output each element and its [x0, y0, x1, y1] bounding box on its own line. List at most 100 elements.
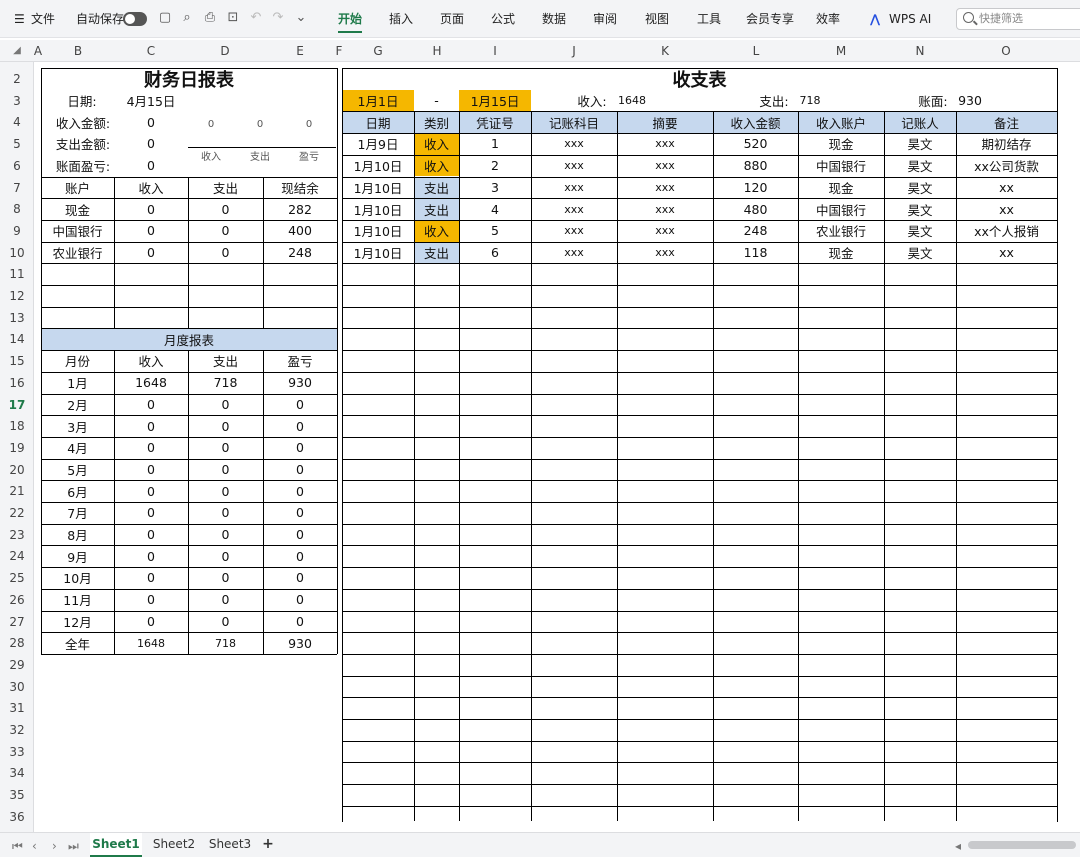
ledger-cell[interactable]: 昊文 [884, 220, 956, 242]
ledger-cell[interactable]: 昊文 [884, 155, 956, 177]
ledger-cell[interactable]: 1月10日 [342, 220, 414, 242]
ledger-header-2[interactable]: 凭证号 [459, 111, 531, 134]
sheet-tab-2[interactable]: Sheet2 [148, 833, 200, 857]
account-cell[interactable]: 0 [188, 198, 263, 220]
monthly-cell[interactable]: 0 [114, 480, 188, 502]
monthly-total-cell[interactable]: 930 [263, 632, 337, 654]
ledger-income-label[interactable]: 收入: [570, 90, 614, 112]
ledger-cell[interactable]: 现金 [798, 242, 884, 264]
account-cell[interactable]: 0 [188, 242, 263, 264]
next-sheet-icon[interactable]: › [52, 839, 57, 853]
ledger-cell[interactable]: 支出 [414, 198, 459, 220]
monthly-cell[interactable]: 12月 [41, 611, 114, 633]
ledger-header-5[interactable]: 收入金额 [713, 111, 798, 134]
monthly-cell[interactable]: 0 [263, 437, 337, 459]
ledger-cell[interactable]: 现金 [798, 133, 884, 155]
date-dash[interactable]: - [414, 90, 459, 112]
account-cell[interactable]: 中国银行 [41, 220, 114, 242]
monthly-header-0[interactable]: 月份 [41, 350, 114, 372]
monthly-cell[interactable]: 0 [188, 545, 263, 567]
monthly-cell[interactable]: 6月 [41, 480, 114, 502]
ledger-cell[interactable]: 收入 [414, 154, 459, 177]
account-header-1[interactable]: 收入 [114, 177, 188, 199]
horizontal-scrollbar[interactable] [968, 841, 1076, 849]
ledger-cell[interactable]: 3 [459, 177, 531, 199]
monthly-cell[interactable]: 718 [188, 372, 263, 394]
monthly-header-3[interactable]: 盈亏 [263, 350, 337, 372]
ledger-cell[interactable]: xx公司货款 [956, 155, 1057, 177]
monthly-title[interactable]: 月度报表 [41, 328, 337, 351]
ledger-cell[interactable]: 收入 [414, 133, 459, 155]
ledger-cell[interactable]: 480 [713, 198, 798, 220]
ledger-balance-label[interactable]: 账面: [912, 90, 954, 112]
ledger-cell[interactable]: 2 [459, 155, 531, 177]
date-label[interactable]: 日期: [52, 90, 112, 112]
monthly-cell[interactable]: 0 [114, 611, 188, 633]
ledger-header-8[interactable]: 备注 [956, 111, 1057, 134]
ledger-cell[interactable]: 6 [459, 242, 531, 264]
account-cell[interactable]: 现金 [41, 198, 114, 220]
expense-value[interactable]: 0 [120, 133, 182, 155]
monthly-cell[interactable]: 0 [263, 545, 337, 567]
ledger-cell[interactable]: xxx [617, 155, 713, 177]
ledger-cell[interactable]: 昊文 [884, 242, 956, 264]
ledger-cell[interactable]: 农业银行 [798, 220, 884, 242]
ledger-cell[interactable]: 1月10日 [342, 155, 414, 177]
monthly-cell[interactable]: 0 [188, 567, 263, 589]
ledger-cell[interactable]: xxx [531, 198, 617, 220]
expense-label[interactable]: 支出金额: [46, 133, 120, 155]
monthly-cell[interactable]: 0 [263, 611, 337, 633]
account-cell[interactable]: 0 [188, 220, 263, 242]
monthly-cell[interactable]: 0 [114, 502, 188, 524]
ledger-cell[interactable]: 现金 [798, 177, 884, 199]
monthly-cell[interactable]: 0 [188, 502, 263, 524]
ledger-cell[interactable]: 中国银行 [798, 155, 884, 177]
ledger-cell[interactable]: 120 [713, 177, 798, 199]
prev-sheet-icon[interactable]: ‹ [32, 839, 37, 853]
ledger-cell[interactable]: xxx [531, 155, 617, 177]
ledger-cell[interactable]: xxx [531, 177, 617, 199]
monthly-cell[interactable]: 0 [188, 589, 263, 611]
monthly-cell[interactable]: 11月 [41, 589, 114, 611]
ledger-cell[interactable]: 期初结存 [956, 133, 1057, 155]
ledger-cell[interactable]: xx个人报销 [956, 220, 1057, 242]
account-cell[interactable]: 0 [114, 220, 188, 242]
monthly-cell[interactable]: 0 [188, 437, 263, 459]
sheet-tab-1[interactable]: Sheet1 [90, 833, 142, 857]
monthly-cell[interactable]: 10月 [41, 567, 114, 589]
ledger-cell[interactable]: 收入 [414, 219, 459, 242]
account-cell[interactable]: 400 [263, 220, 337, 242]
balance-label[interactable]: 账面盈亏: [46, 155, 120, 177]
monthly-cell[interactable]: 0 [263, 394, 337, 416]
ledger-cell[interactable]: xxx [531, 220, 617, 242]
ledger-cell[interactable]: xxx [617, 133, 713, 155]
ledger-cell[interactable]: 支出 [414, 176, 459, 199]
monthly-total-cell[interactable]: 1648 [114, 632, 188, 654]
monthly-cell[interactable]: 0 [263, 459, 337, 481]
monthly-header-2[interactable]: 支出 [188, 350, 263, 372]
ledger-cell[interactable]: 5 [459, 220, 531, 242]
scroll-left-icon[interactable]: ◂ [955, 839, 961, 853]
ledger-cell[interactable]: xxx [531, 242, 617, 264]
ledger-balance-value[interactable]: 930 [954, 90, 986, 112]
ledger-header-4[interactable]: 摘要 [617, 111, 713, 134]
monthly-cell[interactable]: 3月 [41, 415, 114, 437]
account-cell[interactable]: 农业银行 [41, 242, 114, 264]
ledger-cell[interactable]: 4 [459, 198, 531, 220]
last-sheet-icon[interactable]: ⏭ [68, 839, 79, 854]
ledger-header-1[interactable]: 类别 [414, 111, 459, 134]
date-value[interactable]: 4月15日 [120, 90, 182, 112]
ledger-cell[interactable]: 1月10日 [342, 242, 414, 264]
ledger-cell[interactable]: 昊文 [884, 177, 956, 199]
ledger-cell[interactable]: 支出 [414, 241, 459, 264]
monthly-total-cell[interactable]: 718 [188, 632, 263, 654]
monthly-cell[interactable]: 1月 [41, 372, 114, 394]
ledger-cell[interactable]: xxx [531, 133, 617, 155]
start-date[interactable]: 1月1日 [342, 89, 414, 112]
ledger-header-7[interactable]: 记账人 [884, 111, 956, 134]
monthly-cell[interactable]: 0 [114, 415, 188, 437]
ledger-income-value[interactable]: 1648 [614, 90, 650, 112]
account-cell[interactable]: 282 [263, 198, 337, 220]
ledger-cell[interactable]: xxx [617, 198, 713, 220]
ledger-cell[interactable]: 昊文 [884, 198, 956, 220]
